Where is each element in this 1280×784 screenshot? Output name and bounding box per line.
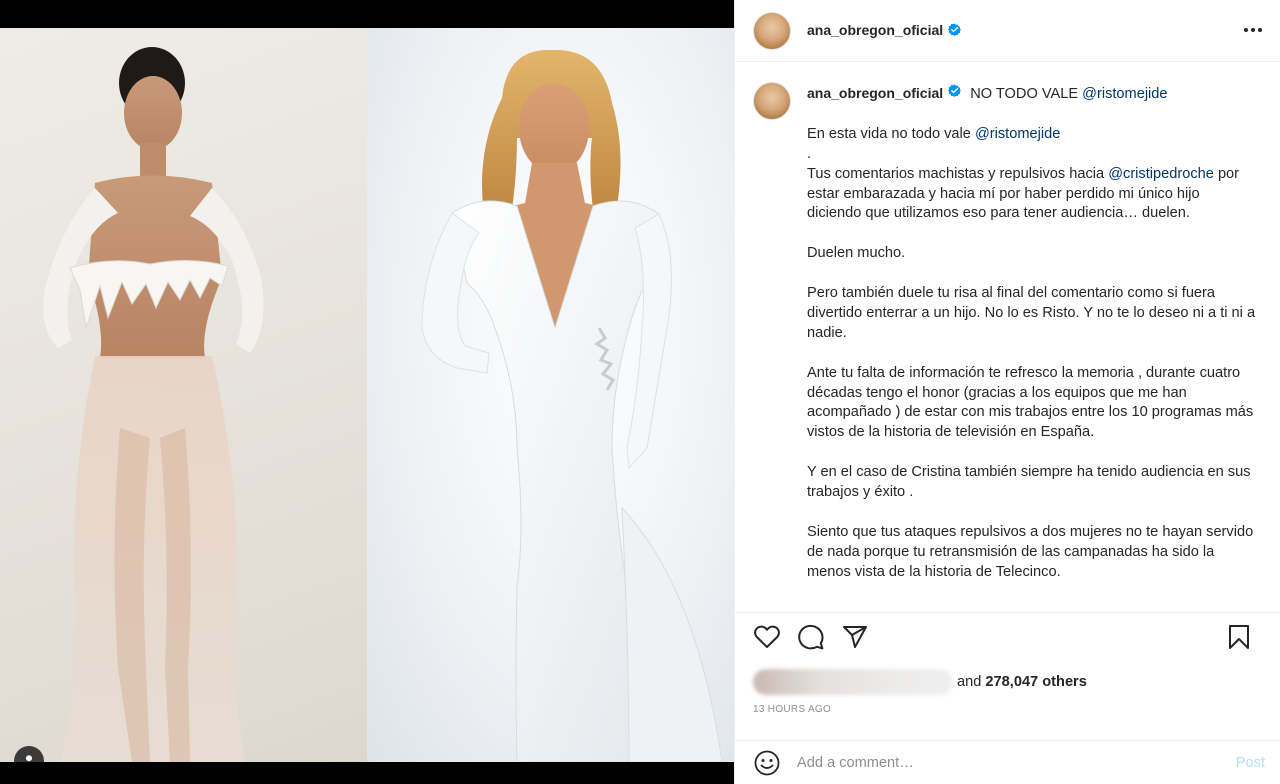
post-side-panel: ana_obregon_oficial ana_obregon_oficial … bbox=[734, 0, 1280, 784]
caption-line-1-text: En esta vida no todo vale bbox=[807, 125, 971, 142]
comment-input[interactable] bbox=[797, 754, 1236, 771]
header-username-text[interactable]: ana_obregon_oficial bbox=[807, 22, 943, 38]
verified-badge-icon bbox=[948, 23, 962, 39]
caption-username[interactable]: ana_obregon_oficial bbox=[807, 85, 943, 101]
post-comment-button[interactable]: Post bbox=[1236, 755, 1265, 771]
add-comment-bar: Post bbox=[735, 740, 1280, 784]
caption-paragraph-1-mention[interactable]: @cristipedroche bbox=[1108, 166, 1214, 182]
share-button[interactable] bbox=[841, 623, 869, 651]
user-tag-icon bbox=[26, 755, 32, 762]
more-options-button[interactable] bbox=[1241, 20, 1265, 40]
likes-count[interactable]: 278,047 bbox=[985, 674, 1038, 690]
caption-section: ana_obregon_oficial NO TODO VALE @ristom… bbox=[735, 62, 1280, 612]
instagram-post-modal: ana_obregon_oficial ana_obregon_oficial … bbox=[0, 0, 1280, 784]
caption-title-mention[interactable]: @ristomejide bbox=[1082, 86, 1167, 102]
caption-paragraph-2: Duelen mucho. bbox=[807, 245, 906, 262]
post-timestamp[interactable]: 13 HOURS AGO bbox=[753, 704, 831, 715]
likes-suffix[interactable]: others bbox=[1042, 674, 1087, 690]
avatar[interactable] bbox=[753, 11, 791, 50]
photo-right-illustration bbox=[421, 49, 723, 762]
caption-paragraph-3: Pero también duele tu risa al final del … bbox=[807, 285, 1256, 341]
more-icon bbox=[1244, 28, 1262, 32]
caption-title: NO TODO VALE bbox=[970, 86, 1079, 102]
likes-summary[interactable]: and 278,047 others bbox=[957, 674, 1087, 690]
comment-button[interactable] bbox=[797, 623, 825, 651]
photo-left-illustration bbox=[43, 47, 264, 762]
post-photo[interactable] bbox=[0, 28, 734, 762]
likes-row[interactable]: and 278,047 others bbox=[753, 669, 1087, 695]
photo-right-half bbox=[367, 28, 734, 762]
caption-dot: . bbox=[807, 145, 812, 162]
save-button[interactable] bbox=[1225, 623, 1253, 651]
caption-first-line: ana_obregon_oficial NO TODO VALE @ristom… bbox=[807, 84, 1257, 105]
caption-line-1-mention[interactable]: @ristomejide bbox=[975, 126, 1060, 142]
emoji-icon bbox=[754, 750, 780, 775]
post-header: ana_obregon_oficial bbox=[735, 0, 1280, 62]
caption-paragraph-1-text-a: Tus comentarios machistas y repulsivos h… bbox=[807, 165, 1105, 182]
verified-badge-icon bbox=[948, 84, 962, 104]
header-username[interactable]: ana_obregon_oficial bbox=[807, 22, 962, 39]
heart-icon bbox=[754, 625, 780, 648]
like-button[interactable] bbox=[753, 623, 781, 651]
caption-paragraph-5: Y en el caso de Cristina también siempre… bbox=[807, 464, 1251, 501]
caption-paragraph-6: Siento que tus ataques repulsivos a dos … bbox=[807, 523, 1254, 580]
caption-row: ana_obregon_oficial NO TODO VALE @ristom… bbox=[753, 82, 1263, 583]
bookmark-icon bbox=[1229, 625, 1249, 649]
caption-paragraph-1: Tus comentarios machistas y repulsivos h… bbox=[807, 165, 1257, 225]
comment-icon bbox=[798, 624, 824, 650]
emoji-button[interactable] bbox=[753, 749, 781, 777]
blurred-likers-avatars bbox=[753, 669, 953, 695]
post-media bbox=[0, 0, 734, 784]
caption-avatar[interactable] bbox=[753, 82, 791, 120]
photo-left-half bbox=[0, 28, 367, 762]
action-icon-row bbox=[735, 613, 1280, 661]
share-icon bbox=[843, 626, 867, 648]
post-actions: and 278,047 others 13 HOURS AGO bbox=[735, 612, 1280, 715]
likes-prefix: and bbox=[957, 674, 982, 690]
caption-line-1: En esta vida no todo vale @ristomejide bbox=[807, 125, 1257, 145]
caption-body: ana_obregon_oficial NO TODO VALE @ristom… bbox=[807, 82, 1257, 583]
caption-paragraph-4: Ante tu falta de información te refresco… bbox=[807, 364, 1254, 441]
